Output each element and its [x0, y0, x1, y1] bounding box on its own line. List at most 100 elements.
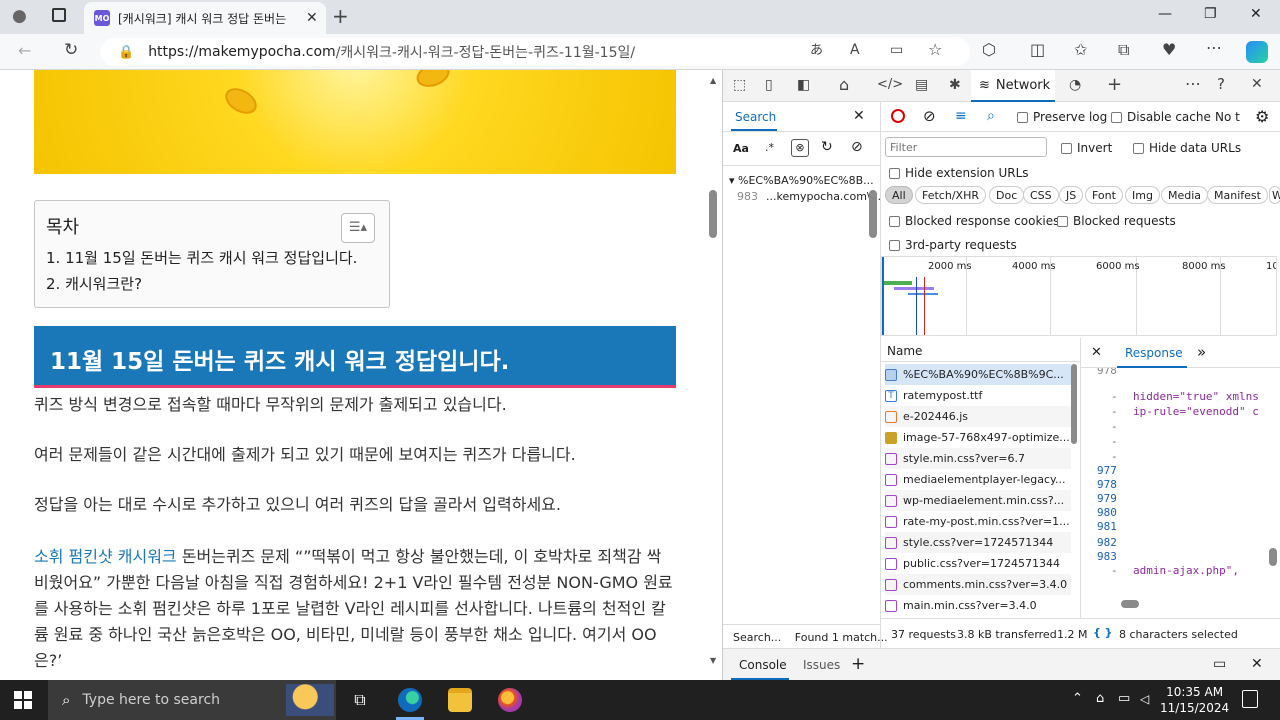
search-pane-title[interactable]: Search — [735, 110, 776, 124]
code-horizontal-scrollbar[interactable] — [1121, 600, 1139, 608]
device-toolbar-icon[interactable]: ▯ — [765, 78, 773, 92]
toc-toggle-icon[interactable]: ☰▴ — [341, 213, 375, 243]
collections-icon[interactable]: ⧉ — [1118, 42, 1129, 58]
record-icon[interactable] — [891, 109, 905, 123]
name-column-header[interactable]: Name — [881, 338, 1080, 362]
dock-drawer-icon[interactable]: ▭ — [1213, 656, 1226, 672]
console-icon[interactable]: ▤ — [915, 78, 928, 92]
search-result-line[interactable]: 983 ...kemypocha.com\... — [723, 190, 881, 208]
close-details-icon[interactable]: ✕ — [1091, 345, 1102, 360]
request-list-scrollbar[interactable] — [1071, 364, 1077, 444]
reader-icon[interactable]: ▭ — [890, 43, 903, 57]
profile-icon[interactable]: ● — [12, 8, 27, 25]
request-row[interactable]: public.css?ver=1724571344 — [885, 553, 1071, 574]
tab-network[interactable]: ≋ Network — [971, 70, 1055, 102]
tab-issues[interactable]: Issues — [803, 658, 840, 672]
blocked-cookies-checkbox[interactable]: Blocked response cookies — [889, 214, 1059, 228]
match-case-button[interactable]: Aa — [733, 142, 749, 155]
tab-response[interactable]: Response — [1125, 346, 1183, 360]
disable-cache-checkbox[interactable]: Disable cache — [1111, 110, 1211, 124]
search-network-icon[interactable]: ⌕ — [987, 108, 995, 124]
network-tray-icon[interactable]: ⌂ — [1096, 691, 1104, 706]
close-window-icon[interactable]: ✕ — [1250, 6, 1262, 22]
scrollbar-thumb[interactable] — [709, 190, 717, 238]
active-tab[interactable]: MO [캐시워크] 캐시 워크 정답 돈버는 ✕ — [84, 2, 326, 34]
timeline-overview[interactable]: 2000 ms 4000 ms 6000 ms 8000 ms 100 — [881, 256, 1277, 336]
devtools-menu-icon[interactable]: ⋯ — [1185, 76, 1201, 92]
request-row[interactable]: Tratemypost.ttf — [885, 385, 1071, 406]
clear-icon[interactable]: ⊘ — [923, 107, 936, 125]
tab-console[interactable]: Console — [739, 658, 787, 672]
search-pane-scrollbar[interactable] — [869, 190, 877, 238]
url-field[interactable]: 🔒 https://makemypocha.com/캐시워크-캐시-워크-정답-… — [100, 38, 970, 66]
hide-data-urls-checkbox[interactable]: Hide data URLs — [1133, 141, 1241, 155]
file-explorer-icon[interactable] — [448, 688, 472, 712]
request-row[interactable]: %EC%BA%90%EC%8B%9C... — [885, 364, 1071, 385]
copilot-icon[interactable] — [1246, 41, 1268, 63]
tab-actions-icon[interactable] — [52, 8, 66, 22]
refresh-icon[interactable]: ↻ — [64, 42, 78, 59]
close-devtools-icon[interactable]: ✕ — [1251, 77, 1263, 91]
chip-css[interactable]: CSS — [1023, 186, 1059, 204]
performance-icon[interactable]: ♥ — [1162, 42, 1176, 58]
blocked-requests-checkbox[interactable]: Blocked requests — [1057, 214, 1176, 228]
close-drawer-icon[interactable]: ✕ — [1251, 656, 1263, 672]
filter-input[interactable] — [885, 137, 1047, 157]
wifi-tray-icon[interactable]: ▭ — [1118, 691, 1130, 706]
request-row[interactable]: image-57-768x497-optimize... — [885, 427, 1071, 448]
task-view-icon[interactable]: ⧉ — [348, 688, 372, 712]
performance-meter-icon[interactable]: ◔ — [1069, 78, 1081, 92]
split-screen-icon[interactable]: ◫ — [1030, 42, 1045, 58]
add-drawer-tab-icon[interactable]: + — [851, 654, 865, 674]
request-row[interactable]: e-202446.js — [885, 406, 1071, 427]
toc-item[interactable]: 2. 캐시워크란? — [46, 273, 142, 294]
restore-icon[interactable]: ❐ — [1204, 6, 1217, 22]
tray-chevron-icon[interactable]: ⌃ — [1072, 691, 1083, 706]
notifications-icon[interactable] — [1242, 690, 1258, 708]
chip-fetch-xhr[interactable]: Fetch/XHR — [915, 186, 986, 204]
more-icon[interactable]: ⋯ — [1206, 40, 1222, 56]
request-row[interactable]: main.min.css?ver=3.4.0 — [885, 595, 1071, 616]
sources-bug-icon[interactable]: ✱ — [949, 78, 961, 92]
more-tools-icon[interactable]: + — [1107, 76, 1122, 94]
chip-ws[interactable]: W — [1269, 186, 1280, 204]
toc-item[interactable]: 1. 11월 15일 돈버는 퀴즈 캐시 워크 정답입니다. — [46, 247, 357, 268]
back-icon[interactable]: ← — [18, 43, 31, 59]
volume-icon[interactable]: ◁ — [1140, 692, 1149, 706]
invert-checkbox[interactable]: Invert — [1061, 141, 1112, 155]
inspect-icon[interactable]: ⬚ — [733, 78, 746, 92]
preserve-log-checkbox[interactable]: Preserve log — [1017, 110, 1107, 124]
minimize-icon[interactable]: — — [1158, 6, 1172, 22]
third-party-checkbox[interactable]: 3rd-party requests — [889, 238, 1017, 252]
clear-results-icon[interactable]: ⊘ — [851, 139, 863, 155]
page-scrollbar[interactable]: ▲ ▼ — [706, 70, 722, 680]
request-row[interactable]: style.css?ver=1724571344 — [885, 532, 1071, 553]
request-row[interactable]: mediaelementplayer-legacy... — [885, 469, 1071, 490]
favorite-star-icon[interactable]: ☆ — [928, 42, 942, 58]
elements-icon[interactable]: </> — [877, 78, 903, 91]
new-tab-icon[interactable]: + — [332, 6, 349, 26]
read-aloud-icon[interactable]: あ — [810, 44, 823, 57]
chip-manifest[interactable]: Manifest — [1207, 186, 1268, 204]
start-windows-icon[interactable] — [14, 691, 32, 709]
chip-js[interactable]: JS — [1059, 186, 1084, 204]
firefox-icon[interactable] — [498, 688, 522, 712]
filter-icon[interactable]: ≡ — [955, 108, 967, 124]
pretty-print-icon[interactable]: { } — [1093, 626, 1113, 639]
request-row[interactable]: comments.min.css?ver=3.4.0 — [885, 574, 1071, 595]
clear-search-icon[interactable]: ⊗ — [791, 139, 809, 157]
network-settings-icon[interactable]: ⚙ — [1255, 107, 1269, 126]
chip-all[interactable]: All — [885, 186, 913, 204]
favorites-icon[interactable]: ✩ — [1074, 42, 1087, 58]
translate-icon[interactable]: A — [850, 43, 860, 57]
request-row[interactable]: style.min.css?ver=6.7 — [885, 448, 1071, 469]
help-icon[interactable]: ? — [1217, 77, 1225, 92]
product-link[interactable]: 소휘 펌킨샷 캐시워크 — [34, 547, 177, 566]
throttle-select[interactable]: No t — [1215, 110, 1240, 124]
tab-close-icon[interactable]: ✕ — [306, 10, 318, 26]
search-result-group[interactable]: ▾ %EC%BA%90%EC%8B... — [729, 174, 874, 187]
chip-doc[interactable]: Doc — [989, 186, 1025, 204]
close-search-icon[interactable]: ✕ — [853, 108, 865, 124]
hide-extension-urls-checkbox[interactable]: Hide extension URLs — [889, 166, 1029, 180]
request-row[interactable]: wp-mediaelement.min.css?... — [885, 490, 1071, 511]
